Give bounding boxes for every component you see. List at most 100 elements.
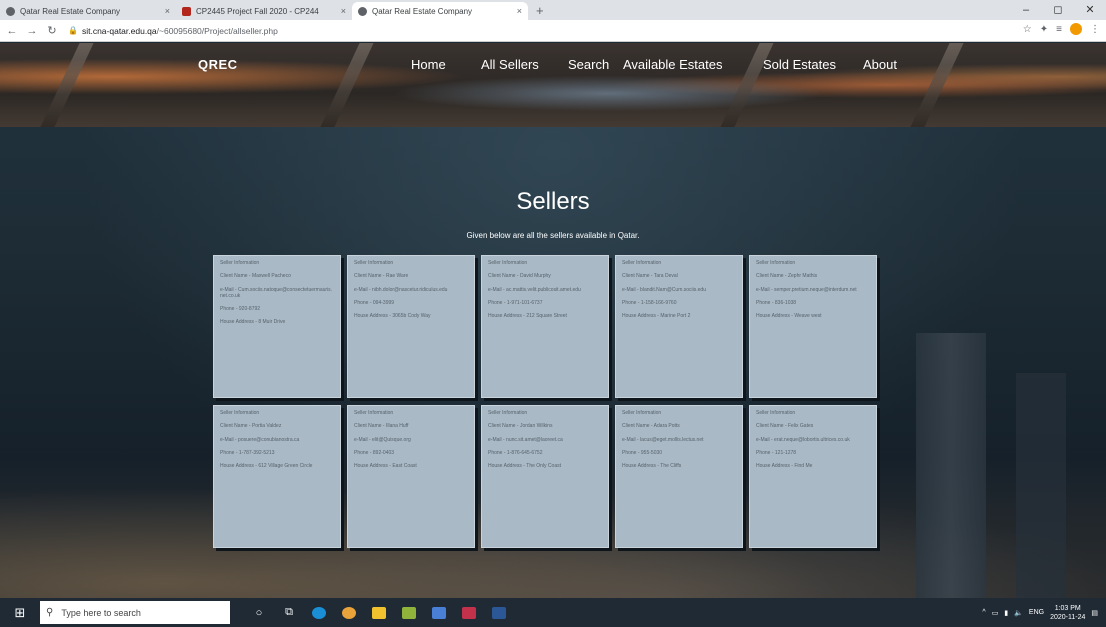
seller-grid: Seller Information Client Name - Maxwell…: [213, 255, 877, 548]
seller-card: Seller Information Client Name - David M…: [481, 255, 609, 398]
client-phone: Phone - 1-787-392-5213: [220, 449, 275, 456]
client-phone: Phone - 920-8792: [220, 306, 261, 313]
app-icon[interactable]: [454, 598, 484, 627]
seller-card: Seller Information Client Name - Zephr M…: [749, 255, 877, 398]
volume-icon[interactable]: 🔈: [1014, 609, 1023, 617]
reload-icon[interactable]: ↻: [44, 24, 60, 37]
card-label: Seller Information: [488, 410, 528, 416]
client-phone: Phone - 1-971-101-6737: [488, 299, 543, 306]
client-address: House Address - Marine Port 2: [622, 313, 691, 320]
close-tab-icon[interactable]: ×: [341, 6, 346, 16]
windows-start-icon[interactable]: ⊞: [0, 605, 40, 621]
client-name: Client Name - Felix Gates: [756, 423, 814, 430]
close-tab-icon[interactable]: ×: [517, 6, 522, 16]
close-tab-icon[interactable]: ×: [165, 6, 170, 16]
client-name: Client Name - David Murphy: [488, 273, 551, 280]
store-icon[interactable]: [424, 598, 454, 627]
windows-taskbar: ⊞ ⚲ Type here to search ○ ⧉ ^ ▭ ▮ 🔈 ENG …: [0, 598, 1106, 627]
page-subtitle: Given below are all the sellers availabl…: [466, 231, 640, 240]
client-email: e-Mail - posuere@conubianostra.ca: [220, 436, 300, 443]
maximize-button[interactable]: ◻: [1042, 0, 1074, 20]
battery-icon[interactable]: ▮: [1004, 609, 1008, 617]
clock[interactable]: 1:03 PM 2020-11-24: [1050, 604, 1085, 622]
seller-card: Seller Information Client Name - Adara P…: [615, 405, 743, 548]
client-email: e-Mail - nibh.dolor@nascetur.ridiculus.e…: [354, 286, 448, 293]
forward-arrow-icon[interactable]: →: [24, 25, 40, 37]
web-page: QREC Home All Sellers Search Available E…: [0, 43, 1106, 598]
client-phone: Phone - 1-876-645-6752: [488, 449, 543, 456]
new-tab-button[interactable]: +: [528, 2, 552, 20]
extensions-area: ☆ ✦ ≡ ⋮: [1023, 23, 1100, 35]
seller-card: Seller Information Client Name - Illana …: [347, 405, 475, 548]
window-controls: – ◻ ✕: [1010, 0, 1106, 20]
client-address: House Address - The Cliffs: [622, 463, 682, 470]
globe-icon: [358, 6, 367, 16]
client-email: e-Mail - Cum.sociis.natoque@consectetuer…: [220, 286, 333, 299]
chrome-icon[interactable]: [334, 598, 364, 627]
menu-dots-icon[interactable]: ⋮: [1090, 24, 1100, 35]
close-window-button[interactable]: ✕: [1074, 0, 1106, 20]
background-tower: [916, 333, 986, 598]
header-decoration: [720, 43, 774, 127]
client-phone: Phone - 955-5030: [622, 449, 663, 456]
browser-tab-3[interactable]: Qatar Real Estate Company ×: [352, 2, 528, 20]
client-address: House Address - 212 Square Street: [488, 313, 567, 320]
page-title: Sellers: [516, 188, 590, 215]
url-host: sit.cna-qatar.edu.qa: [81, 25, 157, 36]
app-icon[interactable]: [394, 598, 424, 627]
card-label: Seller Information: [756, 260, 796, 266]
header-decoration: [320, 43, 374, 127]
client-address: House Address - 3065b Cody Way: [354, 313, 431, 320]
client-name: Client Name - Zephr Mathis: [756, 273, 818, 280]
task-view-icon[interactable]: ⧉: [274, 598, 304, 627]
card-label: Seller Information: [220, 410, 260, 416]
tab-title: Qatar Real Estate Company: [20, 6, 121, 16]
card-label: Seller Information: [220, 260, 260, 266]
browser-tab-2[interactable]: CP2445 Project Fall 2020 - CP244 ×: [176, 2, 352, 20]
system-tray: ^ ▭ ▮ 🔈 ENG 1:03 PM 2020-11-24 ▤: [982, 598, 1098, 627]
back-arrow-icon[interactable]: ←: [4, 25, 20, 37]
nav-home[interactable]: Home: [411, 57, 446, 72]
client-name: Client Name - Rae Ware: [354, 273, 409, 280]
nav-search[interactable]: Search: [568, 57, 609, 72]
client-email: e-Mail - blandit.Nam@Cum.sociis.edu: [622, 286, 706, 293]
nav-sold-estates[interactable]: Sold Estates: [763, 57, 836, 72]
minimize-button[interactable]: –: [1010, 0, 1042, 20]
network-icon[interactable]: ▭: [992, 609, 999, 617]
nav-about[interactable]: About: [863, 57, 897, 72]
tab-title: Qatar Real Estate Company: [372, 6, 473, 16]
browser-tab-1[interactable]: Qatar Real Estate Company ×: [0, 2, 176, 20]
seller-card: Seller Information Client Name - Maxwell…: [213, 255, 341, 398]
notification-icon[interactable]: ▤: [1091, 609, 1098, 617]
client-name: Client Name - Jordan Wilkins: [488, 423, 553, 430]
globe-icon: [6, 6, 15, 16]
cortana-icon[interactable]: ○: [244, 598, 274, 627]
star-icon[interactable]: ☆: [1023, 24, 1032, 35]
site-logo[interactable]: QREC: [198, 57, 238, 72]
profile-avatar-icon[interactable]: [1070, 23, 1082, 35]
file-explorer-icon[interactable]: [364, 598, 394, 627]
client-phone: Phone - 121-1278: [756, 449, 797, 456]
nav-available-estates[interactable]: Available Estates: [623, 57, 723, 72]
client-address: House Address - 8 Muir Drive: [220, 319, 286, 326]
client-name: Client Name - Tara Deval: [622, 273, 678, 280]
client-address: House Address - 612 Village Green Circle: [220, 463, 313, 470]
reading-list-icon[interactable]: ≡: [1056, 24, 1062, 35]
search-placeholder: Type here to search: [61, 607, 141, 618]
edge-icon[interactable]: [304, 598, 334, 627]
language-indicator[interactable]: ENG: [1029, 609, 1044, 616]
client-address: House Address - East Coast: [354, 463, 417, 470]
client-phone: Phone - 094-3999: [354, 299, 395, 306]
client-name: Client Name - Adara Potts: [622, 423, 680, 430]
client-email: e-Mail - nunc.sit.amet@laoreet.ca: [488, 436, 563, 443]
header-decoration: [910, 43, 964, 127]
url-field[interactable]: 🔒 sit.cna-qatar.edu.qa /~60095680/Projec…: [68, 26, 278, 36]
nav-all-sellers[interactable]: All Sellers: [481, 57, 539, 72]
client-email: e-Mail - elit@Quisque.org: [354, 436, 411, 443]
extension-puzzle-icon[interactable]: ✦: [1040, 24, 1048, 35]
word-icon[interactable]: [484, 598, 514, 627]
taskbar-search-box[interactable]: ⚲ Type here to search: [40, 601, 230, 624]
seller-card: Seller Information Client Name - Jordan …: [481, 405, 609, 548]
client-name: Client Name - Portia Valdez: [220, 423, 282, 430]
chevron-up-icon[interactable]: ^: [982, 609, 985, 616]
